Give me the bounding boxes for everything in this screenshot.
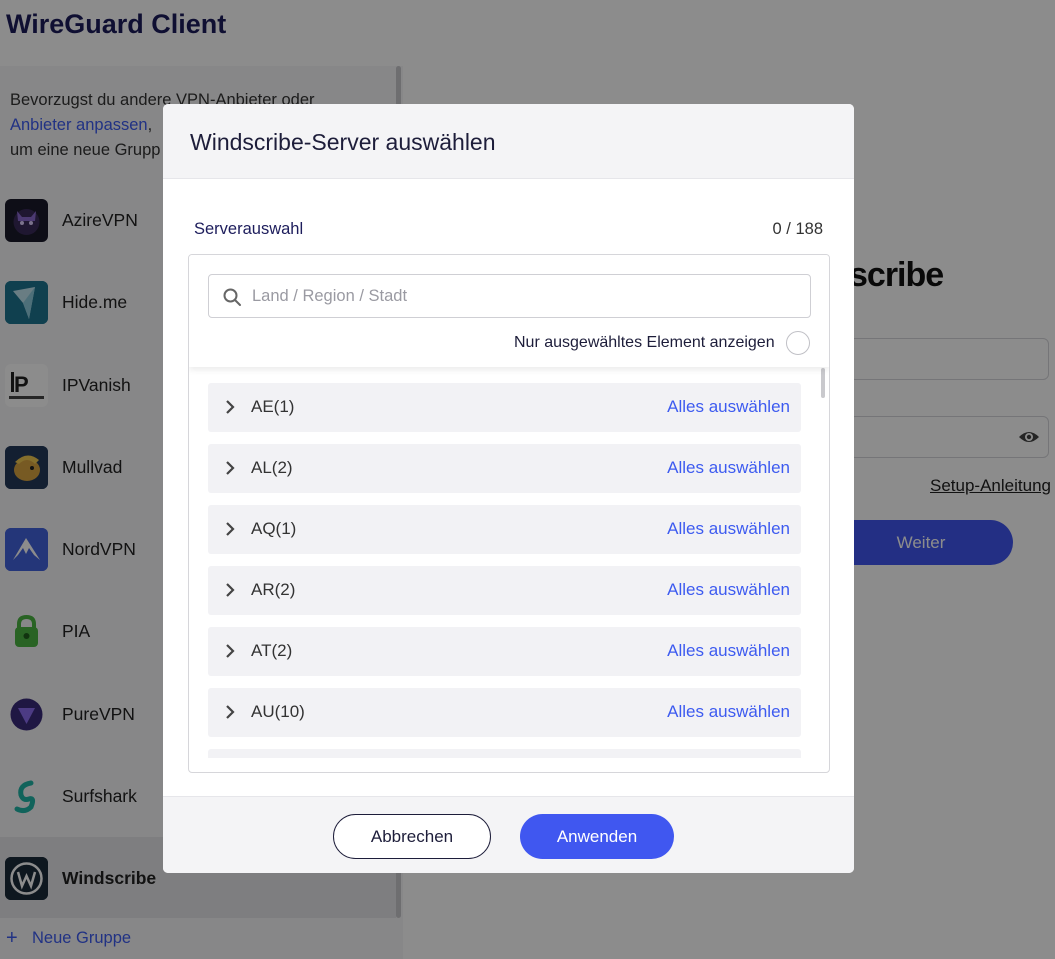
dialog-header: Windscribe-Server auswählen xyxy=(163,104,854,179)
chevron-right-icon[interactable] xyxy=(224,643,236,659)
country-list[interactable]: AE(1) Alles auswählen AL(2) Alles auswäh… xyxy=(189,367,829,758)
country-row[interactable]: AU(10) Alles auswählen xyxy=(208,688,801,737)
dialog-title: Windscribe-Server auswählen xyxy=(190,129,496,155)
chevron-right-icon[interactable] xyxy=(224,460,236,476)
selection-counter: 0 / 188 xyxy=(772,220,823,238)
country-row[interactable]: AT(2) Alles auswählen xyxy=(208,627,801,676)
country-label: AL(2) xyxy=(251,458,293,477)
apply-button[interactable]: Anwenden xyxy=(520,814,674,859)
list-scrollbar[interactable] xyxy=(821,368,825,398)
chevron-right-icon[interactable] xyxy=(224,399,236,415)
select-all-link[interactable]: Alles auswählen xyxy=(667,397,790,417)
country-row[interactable]: AL(2) Alles auswählen xyxy=(208,444,801,493)
country-label: AR(2) xyxy=(251,580,296,599)
server-selection-label: Serverauswahl xyxy=(194,220,304,238)
country-row[interactable]: AR(2) Alles auswählen xyxy=(208,566,801,615)
country-label: AE(1) xyxy=(251,397,295,416)
select-all-link[interactable]: Alles auswählen xyxy=(667,458,790,478)
select-all-link[interactable]: Alles auswählen xyxy=(667,641,790,661)
country-row-partial[interactable] xyxy=(208,749,801,758)
chevron-right-icon[interactable] xyxy=(224,704,236,720)
search-area: Land / Region / Stadt Nur ausgewähltes E… xyxy=(189,255,829,367)
cancel-button[interactable]: Abbrechen xyxy=(333,814,491,859)
search-icon xyxy=(223,288,241,306)
dialog-footer: Abbrechen Anwenden xyxy=(163,796,854,873)
select-all-link[interactable]: Alles auswählen xyxy=(667,580,790,600)
country-row[interactable]: AQ(1) Alles auswählen xyxy=(208,505,801,554)
server-selector: Land / Region / Stadt Nur ausgewähltes E… xyxy=(188,254,830,773)
select-all-link[interactable]: Alles auswählen xyxy=(667,519,790,539)
only-selected-toggle[interactable] xyxy=(786,331,810,355)
country-label: AQ(1) xyxy=(251,519,297,538)
country-row[interactable]: AE(1) Alles auswählen xyxy=(208,383,801,432)
country-label: AU(10) xyxy=(251,702,305,721)
search-placeholder: Land / Region / Stadt xyxy=(252,287,408,305)
only-selected-label: Nur ausgewähltes Element anzeigen xyxy=(514,334,775,351)
chevron-right-icon[interactable] xyxy=(224,582,236,598)
server-select-dialog: Windscribe-Server auswählen Serverauswah… xyxy=(163,104,854,873)
select-all-link[interactable]: Alles auswählen xyxy=(667,702,790,722)
search-input[interactable]: Land / Region / Stadt xyxy=(208,274,811,318)
country-label: AT(2) xyxy=(251,641,293,660)
chevron-right-icon[interactable] xyxy=(224,521,236,537)
